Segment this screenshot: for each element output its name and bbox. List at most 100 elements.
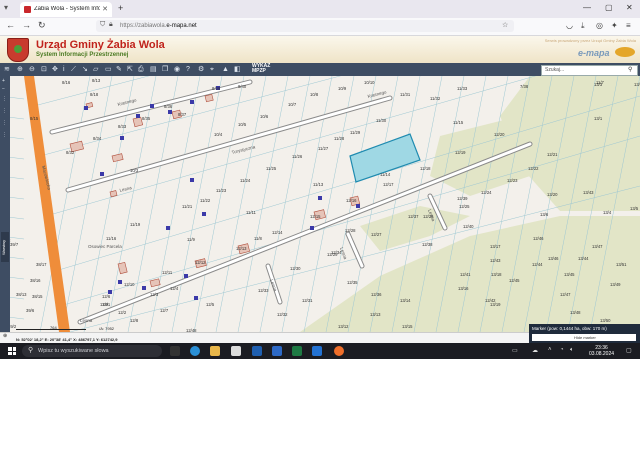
parcel-label[interactable]: 13/19: [490, 302, 501, 307]
zoom-slider-icon[interactable]: ⋮: [2, 120, 7, 126]
parcel-label[interactable]: 13/17: [490, 244, 501, 249]
parcel-label[interactable]: 12/1: [102, 302, 111, 307]
layers-icon[interactable]: ≋: [4, 65, 10, 74]
parcel-label[interactable]: 13/6: [540, 212, 549, 217]
parcel-label[interactable]: 11/13: [313, 182, 324, 187]
windows-start-icon[interactable]: [8, 347, 16, 355]
parcel-label[interactable]: 11/28: [334, 136, 345, 141]
bookmark-star-icon[interactable]: ☆: [502, 21, 508, 29]
select-icon[interactable]: ▭: [105, 65, 112, 74]
parcel-label[interactable]: 11/24: [240, 178, 251, 183]
parcel-label[interactable]: 11/33: [457, 86, 468, 91]
parcel-label[interactable]: 13/47: [592, 244, 603, 249]
parcel-label[interactable]: 12/33: [258, 288, 269, 293]
parcel-label[interactable]: 13/15: [402, 324, 413, 329]
account-icon[interactable]: ◎: [596, 21, 603, 30]
parcel-label[interactable]: 13/1: [594, 116, 603, 121]
excel-icon[interactable]: [292, 346, 302, 356]
minimize-icon[interactable]: —: [583, 3, 591, 12]
parcel-label[interactable]: 12/25: [459, 204, 470, 209]
zoom-out-icon[interactable]: ⊖: [29, 65, 35, 74]
parcel-label[interactable]: 13/20: [547, 192, 558, 197]
parcel-label[interactable]: 12/47: [560, 292, 571, 297]
parcel-label[interactable]: 39/6: [26, 308, 35, 313]
tab-list-icon[interactable]: ▾: [4, 3, 8, 12]
parcel-label[interactable]: 12/43: [490, 258, 501, 263]
parcel-label[interactable]: 8/34: [93, 136, 102, 141]
zoom-in-icon[interactable]: ⊕: [17, 65, 23, 74]
parcel-label[interactable]: 12/28: [345, 228, 356, 233]
parcel-label[interactable]: 11/32: [430, 96, 441, 101]
streetview-icon[interactable]: ◉: [174, 65, 180, 74]
parcel-label[interactable]: 7/38: [520, 84, 529, 89]
parcel-label[interactable]: 10/9: [338, 86, 347, 91]
parcel-label[interactable]: 12/18: [420, 166, 431, 171]
parcel-label[interactable]: 8/40: [238, 84, 247, 89]
info-icon[interactable]: i: [63, 65, 65, 74]
parcel-label[interactable]: 12/44: [532, 262, 543, 267]
print-icon[interactable]: ⎙: [138, 65, 144, 74]
parcel-label[interactable]: 12/16: [346, 198, 357, 203]
firefox-icon[interactable]: [334, 346, 344, 356]
keyboard-icon[interactable]: ▭: [512, 347, 518, 354]
parcel-label[interactable]: 10/6: [260, 114, 269, 119]
measure-area-icon[interactable]: ▱: [93, 65, 98, 74]
parcel-label[interactable]: 13/2: [634, 82, 640, 87]
parcel-label[interactable]: 38/16: [30, 278, 41, 283]
mpzp-icon[interactable]: ◧: [234, 65, 241, 74]
parcel-label[interactable]: 10/7: [288, 102, 297, 107]
parcel-label[interactable]: 39/7: [10, 242, 19, 247]
parcel-label[interactable]: 11/27: [318, 146, 329, 151]
parcel-label[interactable]: 8/18: [90, 92, 99, 97]
parcel-label[interactable]: 13/18: [491, 272, 502, 277]
draw-icon[interactable]: ✎: [116, 65, 122, 74]
parcel-label[interactable]: 12/45: [509, 278, 520, 283]
mail-icon[interactable]: [312, 346, 322, 356]
downloads-icon[interactable]: ⤓: [581, 21, 585, 31]
extensions-icon[interactable]: ✦: [611, 21, 618, 30]
parcel-label[interactable]: 12/17: [383, 182, 394, 187]
close-window-icon[interactable]: ✕: [626, 3, 633, 12]
parcel-label[interactable]: 12/12: [195, 260, 206, 265]
parcel-label[interactable]: 12/27: [371, 232, 382, 237]
parcel-label[interactable]: 11/30: [376, 118, 387, 123]
zoom-slider-icon[interactable]: ⋮: [2, 132, 7, 138]
pocket-icon[interactable]: ◡: [566, 21, 573, 30]
new-tab-icon[interactable]: +: [118, 3, 123, 13]
location-icon[interactable]: ⌖: [210, 65, 214, 74]
parcel-label[interactable]: 12/22: [528, 166, 539, 171]
parcel-label[interactable]: 12/24: [481, 190, 492, 195]
parcel-label[interactable]: 11/7: [596, 80, 605, 85]
bookmarks-icon[interactable]: ❐: [162, 65, 168, 74]
parcel-label[interactable]: 12/41: [460, 272, 471, 277]
parcel-label[interactable]: 12/36: [371, 292, 382, 297]
close-tab-icon[interactable]: ✕: [102, 5, 108, 13]
parcel-label[interactable]: 11/14: [380, 172, 391, 177]
search-icon[interactable]: ⚲: [628, 66, 632, 73]
parcel-label[interactable]: 11/23: [216, 188, 227, 193]
layers-panel-tab[interactable]: Warstwy: [1, 232, 9, 262]
reload-icon[interactable]: ↻: [38, 20, 46, 31]
parcel-label[interactable]: 38/15: [32, 294, 43, 299]
parcel-label[interactable]: 13/46: [548, 256, 559, 261]
parcel-label[interactable]: 13/4: [603, 210, 612, 215]
task-view-icon[interactable]: [170, 346, 180, 356]
parcel-label[interactable]: 12/19: [455, 150, 466, 155]
maximize-icon[interactable]: ▢: [605, 3, 613, 12]
parcel-label[interactable]: 13/51: [616, 262, 627, 267]
browser-tab[interactable]: Żabia Wola - System Informacji ✕: [20, 2, 112, 17]
parcel-label[interactable]: 10/4: [214, 132, 223, 137]
parcel-label[interactable]: 11/9: [187, 237, 196, 242]
taskbar-search-input[interactable]: ⚲ Wpisz tu wyszukiwane słowa: [22, 345, 162, 357]
parcel-label[interactable]: 12/30: [290, 266, 301, 271]
link-icon[interactable]: ⇱: [127, 65, 133, 74]
chevron-up-icon[interactable]: ˄: [548, 347, 552, 353]
app-icon[interactable]: [231, 346, 241, 356]
parcel-label[interactable]: 12/32: [277, 312, 288, 317]
parcel-label[interactable]: 8/37: [178, 112, 187, 117]
taskbar-clock[interactable]: 23:36 03.08.2024: [589, 345, 614, 357]
parcel-label[interactable]: 11/16: [106, 236, 117, 241]
parcel-label[interactable]: 10/8: [310, 92, 319, 97]
parcel-label[interactable]: 12/15: [310, 214, 321, 219]
parcel-label[interactable]: 11/8: [254, 236, 263, 241]
